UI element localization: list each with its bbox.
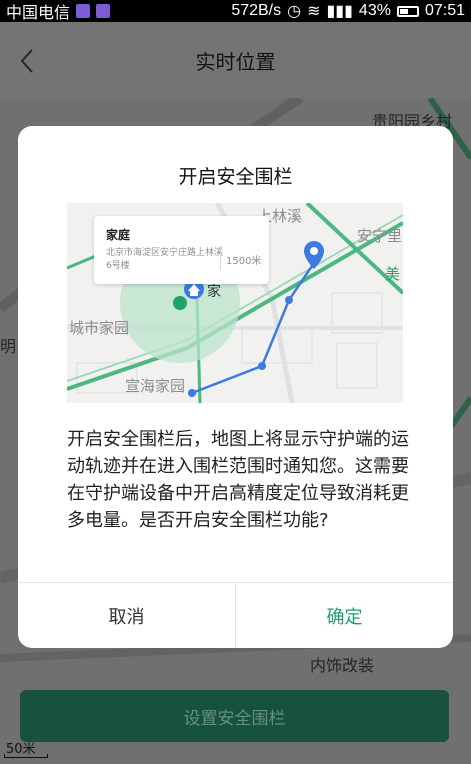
clock: 07:51 [424, 2, 465, 19]
home-card-distance: 1500米 [226, 256, 262, 267]
confirm-button[interactable]: 确定 [236, 583, 453, 648]
cancel-button[interactable]: 取消 [18, 583, 235, 648]
chevron-left-icon [20, 49, 33, 73]
dialog-message: 开启安全围栏后，地图上将显示守护端的运动轨迹并在进入围栏范围时通知您。这需要在守… [67, 429, 409, 531]
alarm-icon: ◷ [287, 3, 302, 20]
fence-preview-map: 上林溪 安宁里 城市家园 宣海家园 美 家 家庭 北京市海淀区安宁庄路上林溪6号… [67, 203, 403, 403]
set-fence-button[interactable]: 设置安全围栏 [20, 690, 449, 742]
home-card-address: 北京市海淀区安宁庄路上林溪6号楼 [106, 248, 224, 271]
map-label: 安宁里 [357, 227, 403, 245]
map-label: 明 [0, 337, 17, 356]
sim-icon [96, 4, 111, 18]
wifi-icon: ≋ [307, 3, 321, 20]
divider [220, 246, 221, 270]
battery-icon [396, 5, 419, 17]
map-label: 内饰改装 [310, 656, 375, 675]
sim-icon [76, 4, 91, 18]
dialog-title: 开启安全围栏 [178, 166, 293, 188]
map-label: 宣海家园 [125, 377, 186, 395]
network-speed: 572B/s [231, 2, 282, 19]
carrier-name: 中国电信 [6, 5, 71, 22]
safety-fence-dialog: 开启安全围栏 上林溪 安宁里 城市家园 宣海家园 美 家 家庭 北京市海淀区安宁… [18, 126, 453, 648]
map-label: 城市家园 [69, 319, 130, 337]
status-bar: 中国电信 572B/s ◷ ≋ ▮▮▮ 43% 07:51 [0, 0, 471, 22]
battery-percent: 43% [358, 2, 391, 19]
home-label: 家 [207, 284, 221, 300]
back-button[interactable] [12, 44, 42, 78]
home-info-card: 家庭 北京市海淀区安宁庄路上林溪6号楼 1500米 [94, 216, 269, 284]
page-title: 实时位置 [195, 49, 276, 74]
home-card-title: 家庭 [106, 228, 131, 242]
navigation-bar: 实时位置 [0, 22, 471, 98]
map-scale-bar [4, 754, 48, 758]
signal-icon: ▮▮▮ [326, 3, 353, 20]
map-label: 美 [385, 265, 401, 283]
